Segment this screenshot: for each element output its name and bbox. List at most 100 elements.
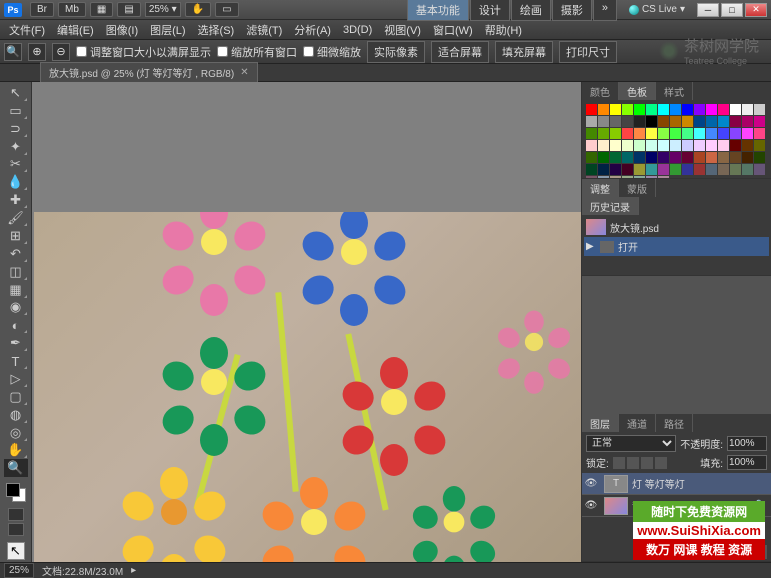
swatch[interactable] bbox=[706, 164, 717, 175]
pen-tool[interactable]: ✒ bbox=[4, 334, 28, 352]
3d-camera-tool[interactable]: ◎ bbox=[4, 424, 28, 442]
cs-live[interactable]: CS Live ▾ bbox=[623, 2, 691, 17]
swatch[interactable] bbox=[682, 116, 693, 127]
workspace-more[interactable]: » bbox=[593, 0, 617, 21]
history-snapshot[interactable]: 放大镜.psd bbox=[584, 217, 769, 237]
swatch[interactable] bbox=[730, 164, 741, 175]
close-button[interactable]: ✕ bbox=[745, 3, 767, 17]
menu-help[interactable]: 帮助(H) bbox=[480, 20, 527, 40]
swatch[interactable] bbox=[730, 128, 741, 139]
workspace-tab-essentials[interactable]: 基本功能 bbox=[407, 0, 469, 21]
swatch[interactable] bbox=[742, 116, 753, 127]
resize-window-checkbox[interactable]: 调整窗口大小以满屏显示 bbox=[76, 44, 211, 60]
visibility-icon[interactable]: 👁 bbox=[582, 478, 600, 489]
swatch[interactable] bbox=[646, 104, 657, 115]
lock-pixels-icon[interactable] bbox=[627, 457, 639, 469]
foreground-color[interactable] bbox=[6, 483, 20, 497]
swatch[interactable] bbox=[742, 164, 753, 175]
workspace-tab-photography[interactable]: 摄影 bbox=[552, 0, 592, 21]
swatch[interactable] bbox=[586, 152, 597, 163]
swatch[interactable] bbox=[694, 140, 705, 151]
swatch[interactable] bbox=[694, 164, 705, 175]
swatch[interactable] bbox=[754, 104, 765, 115]
swatch[interactable] bbox=[646, 152, 657, 163]
swatch[interactable] bbox=[598, 164, 609, 175]
lock-all-icon[interactable] bbox=[655, 457, 667, 469]
swatch[interactable] bbox=[706, 116, 717, 127]
swatch[interactable] bbox=[682, 128, 693, 139]
swatch[interactable] bbox=[610, 176, 621, 178]
quickmask-toggle[interactable] bbox=[8, 508, 24, 521]
canvas-area[interactable] bbox=[32, 82, 581, 562]
tab-styles[interactable]: 样式 bbox=[656, 82, 693, 100]
lasso-tool[interactable]: ⊃ bbox=[4, 120, 28, 138]
swatch[interactable] bbox=[610, 116, 621, 127]
tab-history[interactable]: 历史记录 bbox=[582, 197, 639, 215]
3d-tool[interactable]: ◍ bbox=[4, 406, 28, 424]
hand-icon[interactable]: ✋ bbox=[185, 2, 211, 17]
swatch[interactable] bbox=[718, 116, 729, 127]
stamp-tool[interactable]: ⊞ bbox=[4, 227, 28, 245]
swatch[interactable] bbox=[694, 104, 705, 115]
lock-position-icon[interactable] bbox=[641, 457, 653, 469]
wand-tool[interactable]: ✦ bbox=[4, 138, 28, 156]
swatch[interactable] bbox=[622, 128, 633, 139]
tab-swatches[interactable]: 色板 bbox=[619, 82, 656, 100]
tab-adjustments[interactable]: 调整 bbox=[582, 179, 619, 197]
tab-paths[interactable]: 路径 bbox=[656, 414, 693, 432]
swatch[interactable] bbox=[646, 116, 657, 127]
swatch[interactable] bbox=[706, 128, 717, 139]
menu-3d[interactable]: 3D(D) bbox=[338, 22, 377, 38]
swatch[interactable] bbox=[598, 140, 609, 151]
swatch[interactable] bbox=[646, 140, 657, 151]
swatch[interactable] bbox=[646, 176, 657, 178]
swatch[interactable] bbox=[622, 164, 633, 175]
document-tab[interactable]: 放大镜.psd @ 25% (灯 等灯等灯 , RGB/8) ✕ bbox=[40, 62, 258, 83]
swatch[interactable] bbox=[634, 140, 645, 151]
workspace-tab-painting[interactable]: 绘画 bbox=[511, 0, 551, 21]
swatch[interactable] bbox=[634, 128, 645, 139]
swatch[interactable] bbox=[622, 104, 633, 115]
swatch[interactable] bbox=[754, 152, 765, 163]
marquee-tool[interactable]: ▭ bbox=[4, 102, 28, 120]
swatch[interactable] bbox=[694, 152, 705, 163]
swatch[interactable] bbox=[670, 140, 681, 151]
swatch[interactable] bbox=[754, 116, 765, 127]
zoom-select[interactable]: 25% ▾ bbox=[145, 2, 181, 17]
status-arrow-icon[interactable]: ▸ bbox=[131, 565, 136, 576]
color-picker[interactable] bbox=[4, 481, 28, 504]
swatch[interactable] bbox=[658, 176, 669, 178]
swatch[interactable] bbox=[694, 128, 705, 139]
zoom-all-checkbox[interactable]: 缩放所有窗口 bbox=[217, 44, 297, 60]
swatch[interactable] bbox=[730, 116, 741, 127]
menu-analysis[interactable]: 分析(A) bbox=[289, 20, 336, 40]
history-brush-tool[interactable]: ↶ bbox=[4, 245, 28, 263]
swatch[interactable] bbox=[682, 164, 693, 175]
visibility-icon[interactable]: 👁 bbox=[582, 500, 600, 511]
swatch[interactable] bbox=[706, 152, 717, 163]
swatch[interactable] bbox=[670, 128, 681, 139]
swatch[interactable] bbox=[634, 116, 645, 127]
swatch[interactable] bbox=[622, 176, 633, 178]
swatch[interactable] bbox=[610, 164, 621, 175]
swatch[interactable] bbox=[718, 128, 729, 139]
swatch[interactable] bbox=[646, 164, 657, 175]
swatch[interactable] bbox=[682, 104, 693, 115]
swatch[interactable] bbox=[718, 152, 729, 163]
swatch[interactable] bbox=[586, 128, 597, 139]
eyedropper-tool[interactable]: 💧 bbox=[4, 173, 28, 191]
swatch[interactable] bbox=[658, 164, 669, 175]
status-zoom[interactable]: 25% bbox=[4, 563, 34, 578]
document-canvas[interactable] bbox=[34, 212, 581, 562]
menu-window[interactable]: 窗口(W) bbox=[428, 20, 478, 40]
blend-mode-select[interactable]: 正常 bbox=[586, 435, 676, 452]
scrubby-zoom-checkbox[interactable]: 细微缩放 bbox=[303, 44, 361, 60]
move-tool[interactable]: ↖ bbox=[4, 84, 28, 102]
tab-layers[interactable]: 图层 bbox=[582, 414, 619, 432]
bridge-button[interactable]: Br bbox=[30, 2, 54, 17]
brush-tool[interactable]: 🖌 bbox=[4, 209, 28, 227]
eraser-tool[interactable]: ◫ bbox=[4, 263, 28, 281]
swatch[interactable] bbox=[646, 128, 657, 139]
swatch[interactable] bbox=[634, 152, 645, 163]
menu-file[interactable]: 文件(F) bbox=[4, 20, 50, 40]
